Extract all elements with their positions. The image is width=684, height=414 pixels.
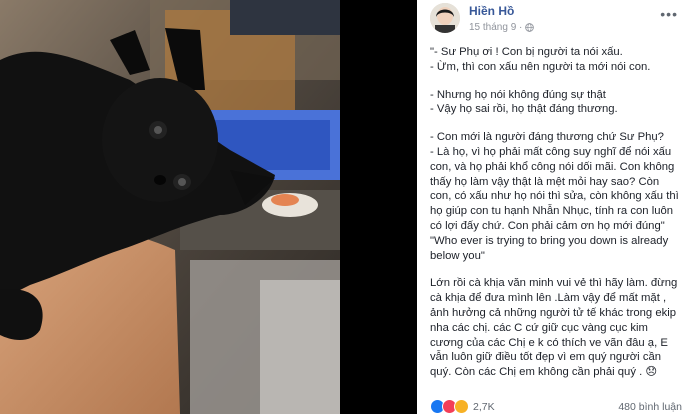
- comment-count[interactable]: 480 bình luận: [618, 401, 682, 413]
- avatar[interactable]: [430, 3, 460, 33]
- author-name[interactable]: Hiền Hồ: [469, 4, 514, 18]
- post-meta: 15 tháng 9 ·: [469, 22, 535, 33]
- globe-icon: [525, 23, 535, 32]
- post-paragraph: - Con mới là người đáng thương chứ Sư Ph…: [430, 131, 679, 262]
- post-panel: Hiền Hồ 15 tháng 9 · ••• "- Sư Phụ ơi ! …: [417, 0, 684, 414]
- more-options-icon[interactable]: •••: [660, 6, 678, 22]
- post-paragraph: - Nhưng họ nói không đúng sự thật - Vậy …: [430, 88, 618, 116]
- post-text: "- Sư Phụ ơi ! Con bị người ta nói xấu. …: [430, 45, 680, 393]
- post-paragraph: Lớn rồi cà khịa văn minh vui vẻ thì hãy …: [430, 277, 678, 379]
- post-header: Hiền Hồ 15 tháng 9 · •••: [430, 3, 680, 37]
- reactions-bar: 2,7K 480 bình luận: [430, 399, 682, 414]
- reaction-count[interactable]: 2,7K: [473, 401, 495, 413]
- reaction-icons[interactable]: [430, 399, 469, 414]
- post-photo[interactable]: [0, 0, 340, 414]
- post-date[interactable]: 15 tháng 9 ·: [469, 22, 522, 33]
- sad-icon: [454, 399, 469, 414]
- post-paragraph: "- Sư Phụ ơi ! Con bị người ta nói xấu. …: [430, 46, 651, 73]
